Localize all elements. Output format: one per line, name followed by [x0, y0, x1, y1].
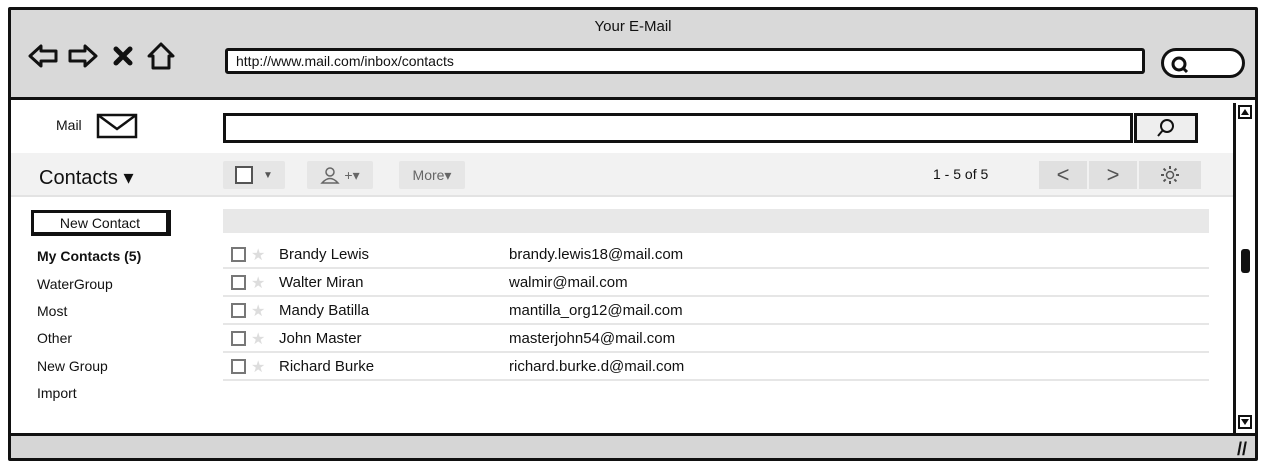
mail-search-input[interactable] — [223, 113, 1133, 143]
contact-name[interactable]: Mandy Batilla — [279, 302, 369, 319]
add-user-button[interactable]: +▾ — [307, 161, 373, 189]
list-header — [223, 209, 1209, 233]
row-checkbox[interactable] — [231, 303, 246, 318]
contact-email[interactable]: richard.burke.d@mail.com — [509, 358, 684, 375]
status-bar: // — [11, 433, 1255, 460]
person-icon — [320, 167, 341, 184]
prev-page-button[interactable]: < — [1039, 161, 1087, 189]
pagination-count: 1 - 5 of 5 — [933, 166, 989, 182]
star-icon[interactable]: ★ — [251, 301, 265, 321]
scroll-thumb[interactable] — [1241, 249, 1250, 273]
sidebar-item-most[interactable]: Most — [37, 303, 67, 319]
browser-chrome: Your E-Mail http://www.mail.com/inbox/co… — [11, 10, 1255, 100]
chevron-down-icon: ▼ — [263, 169, 273, 181]
next-page-button[interactable]: > — [1089, 161, 1137, 189]
contact-name[interactable]: John Master — [279, 330, 362, 347]
sidebar-item-watergroup[interactable]: WaterGroup — [37, 276, 113, 292]
star-icon[interactable]: ★ — [251, 357, 265, 377]
window-title: Your E-Mail — [594, 18, 672, 35]
sidebar-item-other[interactable]: Other — [37, 330, 72, 346]
browser-window: Your E-Mail http://www.mail.com/inbox/co… — [8, 7, 1258, 461]
search-icon — [1171, 56, 1189, 74]
sidebar-item-new-group[interactable]: New Group — [37, 358, 108, 374]
contact-row[interactable]: ★ John Master masterjohn54@mail.com — [223, 327, 1209, 353]
vertical-scrollbar[interactable] — [1233, 103, 1255, 433]
scroll-down-arrow-icon[interactable] — [1238, 415, 1252, 429]
settings-button[interactable] — [1139, 161, 1201, 189]
new-contact-button[interactable]: New Contact — [31, 210, 171, 236]
resize-grip-icon[interactable]: // — [1237, 439, 1247, 460]
contact-email[interactable]: mantilla_org12@mail.com — [509, 302, 683, 319]
contact-email[interactable]: walmir@mail.com — [509, 274, 628, 291]
contact-email[interactable]: brandy.lewis18@mail.com — [509, 246, 683, 263]
contacts-menu[interactable]: Contacts ▾ — [39, 165, 134, 190]
forward-arrow-icon[interactable] — [65, 38, 101, 74]
more-menu-button[interactable]: More▾ — [399, 161, 465, 189]
star-icon[interactable]: ★ — [251, 245, 265, 265]
contact-name[interactable]: Brandy Lewis — [279, 246, 369, 263]
envelope-icon[interactable] — [96, 113, 138, 144]
gear-icon — [1161, 166, 1179, 184]
contact-row[interactable]: ★ Mandy Batilla mantilla_org12@mail.com — [223, 299, 1209, 325]
browser-search-pill[interactable] — [1161, 48, 1245, 78]
contact-row[interactable]: ★ Brandy Lewis brandy.lewis18@mail.com — [223, 243, 1209, 269]
star-icon[interactable]: ★ — [251, 329, 265, 349]
row-checkbox[interactable] — [231, 275, 246, 290]
contact-row[interactable]: ★ Walter Miran walmir@mail.com — [223, 271, 1209, 297]
url-bar[interactable]: http://www.mail.com/inbox/contacts — [225, 48, 1145, 74]
row-checkbox[interactable] — [231, 359, 246, 374]
checkbox-icon — [235, 166, 254, 184]
back-arrow-icon[interactable] — [25, 38, 61, 74]
star-icon[interactable]: ★ — [251, 273, 265, 293]
scroll-up-arrow-icon[interactable] — [1238, 105, 1252, 119]
home-icon[interactable] — [143, 38, 179, 74]
mail-search-button[interactable] — [1134, 113, 1198, 143]
contact-email[interactable]: masterjohn54@mail.com — [509, 330, 675, 347]
contact-name[interactable]: Walter Miran — [279, 274, 363, 291]
sidebar-item-my-contacts[interactable]: My Contacts (5) — [37, 248, 141, 264]
contact-row[interactable]: ★ Richard Burke richard.burke.d@mail.com — [223, 355, 1209, 381]
mail-label: Mail — [56, 117, 82, 133]
add-user-label: +▾ — [344, 166, 360, 183]
row-checkbox[interactable] — [231, 331, 246, 346]
main-content: Mail Contacts ▾ ▼ +▾ More▾ 1 - 5 of 5 < … — [11, 103, 1233, 433]
stop-x-icon[interactable] — [105, 38, 141, 74]
contact-name[interactable]: Richard Burke — [279, 358, 374, 375]
select-checkbox-dropdown[interactable]: ▼ — [223, 161, 285, 189]
magnifier-icon — [1157, 119, 1174, 137]
sidebar-item-import[interactable]: Import — [37, 385, 77, 401]
contacts-toolbar: Contacts ▾ ▼ +▾ More▾ 1 - 5 of 5 < > — [11, 153, 1233, 197]
row-checkbox[interactable] — [231, 247, 246, 262]
